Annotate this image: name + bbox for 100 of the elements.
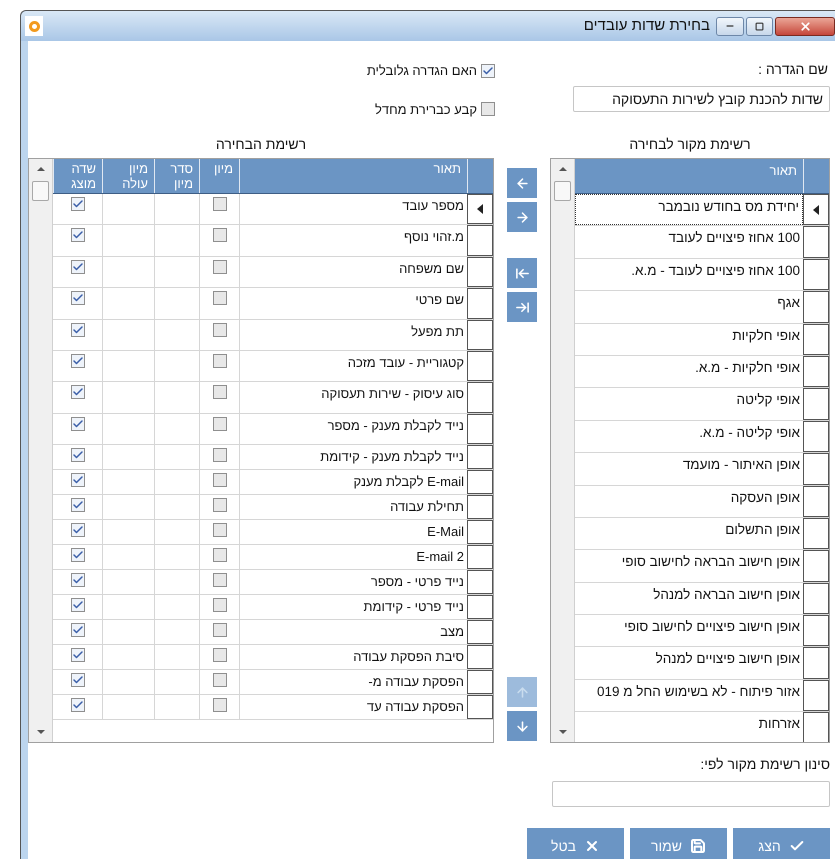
table-cell[interactable]: אופי חלקיות - מ.א. (575, 356, 803, 388)
checkbox[interactable] (212, 523, 226, 538)
checkbox[interactable] (70, 623, 84, 638)
row-selector[interactable] (467, 595, 493, 620)
checkbox[interactable] (212, 623, 226, 638)
table-cell[interactable]: אופן העסקה (575, 486, 803, 517)
row-selector[interactable] (467, 545, 493, 570)
row-selector[interactable] (467, 288, 493, 319)
checkbox[interactable] (212, 698, 226, 712)
definition-name-field[interactable]: שדות להכנת קובץ לשירות התעסוקה (573, 86, 830, 112)
left-arrow-button[interactable] (507, 168, 537, 198)
table-cell[interactable]: אופן חישוב פיצויים לחישוב סופי (575, 615, 803, 646)
row-selector[interactable] (803, 453, 829, 485)
checkbox[interactable] (212, 473, 226, 488)
checkbox[interactable] (70, 523, 84, 538)
checkbox[interactable] (70, 698, 84, 712)
row-selector[interactable] (803, 258, 829, 290)
checkbox[interactable] (70, 416, 84, 431)
right-arrow-button[interactable] (507, 202, 537, 232)
checkbox[interactable] (70, 498, 84, 512)
row-selector[interactable] (467, 320, 493, 350)
row-selector[interactable] (803, 356, 829, 388)
checkbox[interactable] (70, 322, 84, 337)
checkbox[interactable] (212, 548, 226, 562)
checkbox[interactable] (70, 260, 84, 274)
row-selector[interactable] (803, 486, 829, 517)
table-cell[interactable]: אופן חישוב פיצויים למנהל (575, 647, 803, 679)
row-selector[interactable] (467, 520, 493, 544)
checkbox[interactable] (212, 416, 226, 431)
checkbox[interactable] (70, 648, 84, 662)
maximize-button[interactable] (746, 16, 773, 36)
checkbox[interactable] (481, 64, 495, 78)
row-selector[interactable] (803, 647, 829, 679)
table-cell[interactable]: אופי קליטה (575, 388, 803, 420)
checkbox[interactable] (212, 448, 226, 462)
checkbox[interactable] (212, 573, 226, 588)
row-selector[interactable] (803, 615, 829, 646)
right-all-arrow-button[interactable] (507, 292, 537, 322)
scroll-up-icon[interactable] (558, 167, 566, 171)
row-selector[interactable] (467, 470, 493, 494)
table-cell[interactable]: אופן התשלום (575, 518, 803, 550)
checkbox[interactable] (70, 354, 84, 368)
row-selector[interactable] (803, 388, 829, 420)
row-selector[interactable] (803, 194, 829, 226)
checkbox[interactable] (70, 573, 84, 588)
scroll-thumb[interactable] (554, 181, 571, 201)
row-selector[interactable] (467, 382, 493, 413)
table-cell[interactable]: אופן חישוב הבראה לחישוב סופי (575, 550, 803, 582)
checkbox[interactable] (70, 291, 84, 306)
row-selector[interactable] (803, 324, 829, 355)
left-all-arrow-button[interactable] (507, 258, 537, 288)
checkbox[interactable] (212, 354, 226, 368)
close-button[interactable] (775, 16, 835, 36)
table-cell[interactable]: אזור פיתוח - לא בשימוש החל מ 019 (575, 680, 803, 712)
checkbox[interactable] (212, 228, 226, 242)
row-selector[interactable] (467, 256, 493, 288)
row-selector[interactable] (803, 550, 829, 582)
checkbox[interactable] (70, 473, 84, 488)
row-selector[interactable] (803, 226, 829, 258)
checkbox[interactable] (212, 291, 226, 306)
row-selector[interactable] (803, 518, 829, 550)
checkbox[interactable] (70, 197, 84, 211)
checkbox[interactable] (212, 498, 226, 512)
row-selector[interactable] (467, 414, 493, 444)
checkbox[interactable] (212, 648, 226, 662)
scrollbar[interactable] (29, 159, 53, 742)
checkbox[interactable] (212, 598, 226, 612)
checkbox[interactable] (212, 673, 226, 688)
scroll-down-icon[interactable] (558, 730, 566, 734)
checkbox[interactable] (212, 322, 226, 337)
table-cell[interactable]: אופן חישוב הבראה למנהל (575, 582, 803, 614)
table-cell[interactable]: אופן האיתור - מועמד (575, 453, 803, 485)
row-selector[interactable] (803, 680, 829, 712)
filter-field[interactable] (552, 781, 830, 807)
table-cell[interactable]: אזרחות (575, 712, 803, 742)
row-selector[interactable] (467, 350, 493, 382)
table-cell[interactable]: יחידת מס בחודש נובמבר (575, 194, 803, 226)
row-selector[interactable] (467, 645, 493, 670)
table-cell[interactable]: אופי קליטה - מ.א. (575, 420, 803, 452)
checkbox[interactable] (212, 260, 226, 274)
table-cell[interactable]: 100 אחוז פיצויים לעובד - מ.א. (575, 258, 803, 290)
row-selector[interactable] (467, 620, 493, 644)
scrollbar[interactable] (551, 159, 575, 742)
scroll-thumb[interactable] (32, 181, 49, 201)
row-selector[interactable] (467, 670, 493, 694)
row-selector[interactable] (467, 194, 493, 224)
row-selector[interactable] (467, 570, 493, 594)
checkbox[interactable] (70, 228, 84, 242)
down-arrow-button[interactable] (507, 711, 537, 741)
checkbox[interactable] (70, 385, 84, 400)
scroll-up-icon[interactable] (36, 167, 44, 171)
row-selector[interactable] (467, 225, 493, 256)
table-cell[interactable]: אגף (575, 291, 803, 323)
row-selector[interactable] (803, 582, 829, 614)
row-selector[interactable] (803, 420, 829, 452)
table-cell[interactable]: אופי חלקיות (575, 324, 803, 355)
row-selector[interactable] (467, 495, 493, 520)
checkbox[interactable] (70, 448, 84, 462)
checkbox[interactable] (70, 673, 84, 688)
checkbox[interactable] (212, 197, 226, 211)
